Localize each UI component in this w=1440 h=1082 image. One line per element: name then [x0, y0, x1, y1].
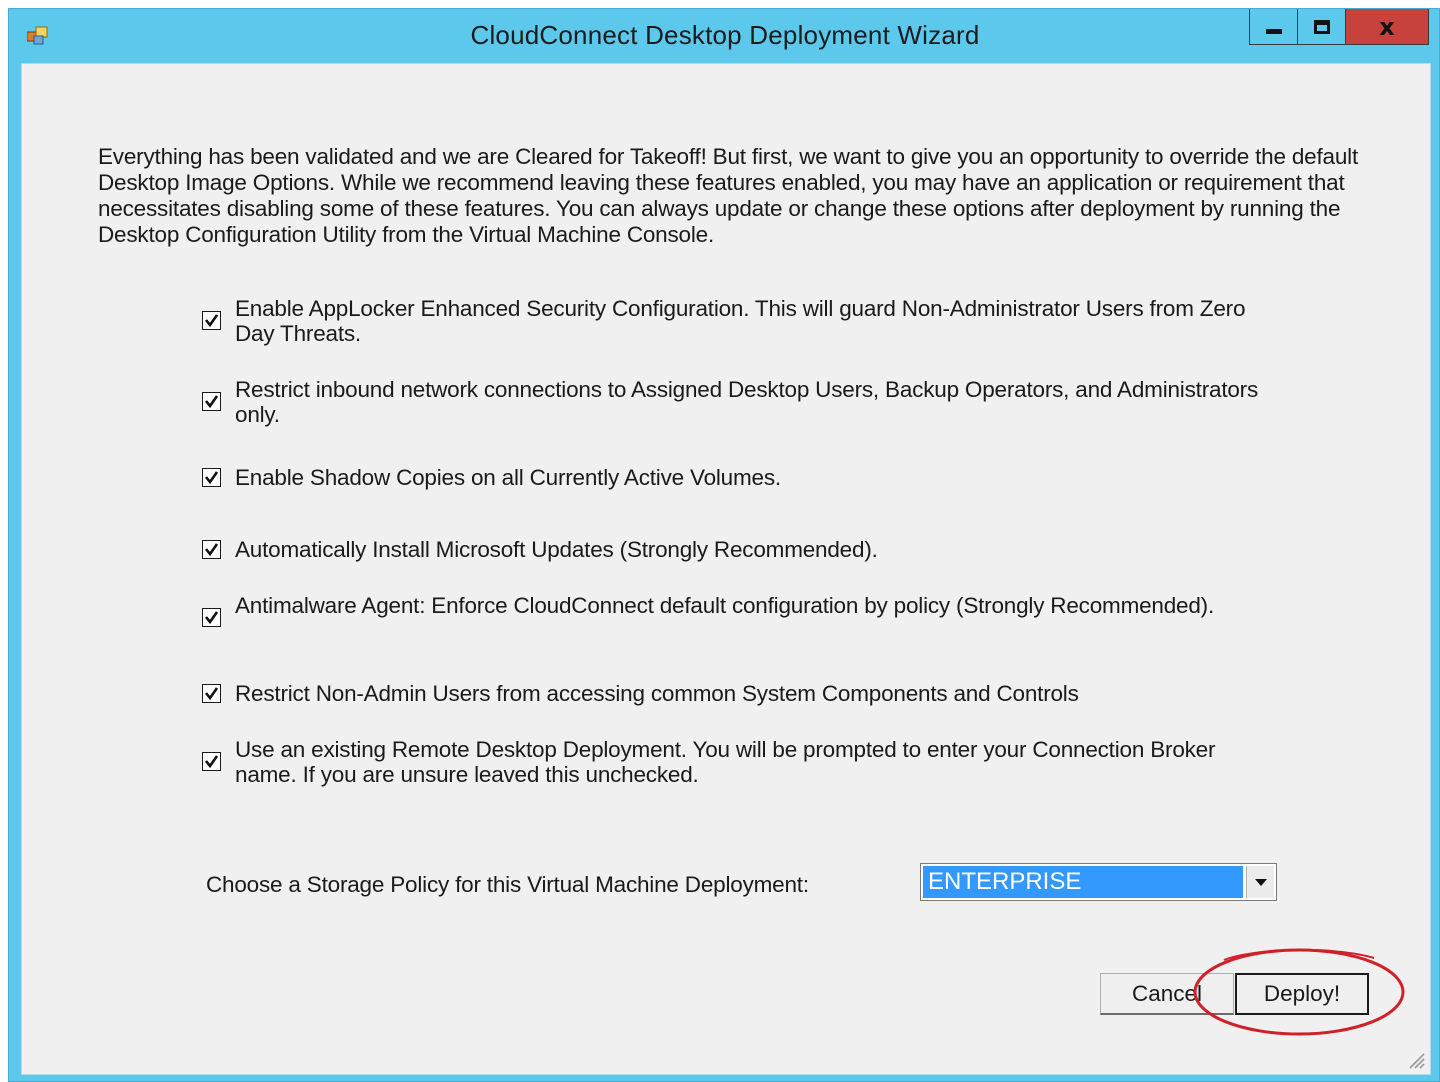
checkmark-icon: [204, 755, 219, 769]
close-icon: x: [1379, 12, 1395, 41]
option-restrict-non-admin[interactable]: Restrict Non-Admin Users from accessing …: [202, 681, 1282, 709]
annotation-circle: [1193, 948, 1405, 1036]
option-existing-rd-deployment-label: Use an existing Remote Desktop Deploymen…: [235, 737, 1216, 787]
wizard-window: CloudConnect Desktop Deployment Wizard x…: [8, 8, 1440, 1082]
option-microsoft-updates-label: Automatically Install Microsoft Updates …: [235, 537, 878, 562]
option-restrict-non-admin-checkbox[interactable]: [202, 684, 221, 703]
storage-policy-selected[interactable]: ENTERPRISE: [923, 866, 1243, 898]
maximize-icon: [1313, 19, 1330, 34]
checkmark-icon: [204, 687, 219, 701]
minimize-button[interactable]: [1249, 9, 1297, 45]
window-controls: x: [1249, 9, 1429, 45]
intro-text: Everything has been validated and we are…: [98, 144, 1358, 247]
checkmark-icon: [204, 395, 219, 409]
window-title: CloudConnect Desktop Deployment Wizard: [470, 20, 980, 50]
option-antimalware[interactable]: Antimalware Agent: Enforce CloudConnect …: [202, 593, 1282, 645]
option-existing-rd-deployment[interactable]: Use an existing Remote Desktop Deploymen…: [202, 737, 1282, 789]
close-button[interactable]: x: [1345, 9, 1429, 45]
option-existing-rd-deployment-checkbox[interactable]: [202, 752, 221, 771]
checkmark-icon: [204, 314, 219, 328]
option-shadow-copies[interactable]: Enable Shadow Copies on all Currently Ac…: [202, 465, 1282, 493]
option-restrict-inbound-label: Restrict inbound network connections to …: [235, 377, 1259, 427]
checkmark-icon: [204, 543, 219, 557]
option-microsoft-updates[interactable]: Automatically Install Microsoft Updates …: [202, 537, 1282, 565]
option-antimalware-label: Antimalware Agent: Enforce CloudConnect …: [235, 593, 1215, 618]
option-applocker[interactable]: Enable AppLocker Enhanced Security Confi…: [202, 296, 1282, 348]
storage-policy-label: Choose a Storage Policy for this Virtual…: [206, 872, 809, 897]
storage-policy-dropdown[interactable]: ENTERPRISE: [920, 863, 1277, 901]
chevron-down-icon: [1254, 878, 1267, 886]
maximize-button[interactable]: [1297, 9, 1345, 45]
option-restrict-non-admin-label: Restrict Non-Admin Users from accessing …: [235, 681, 1079, 706]
option-shadow-copies-label: Enable Shadow Copies on all Currently Ac…: [235, 465, 781, 490]
option-applocker-checkbox[interactable]: [202, 311, 221, 330]
option-restrict-inbound-checkbox[interactable]: [202, 392, 221, 411]
minimize-icon: [1265, 29, 1282, 34]
option-shadow-copies-checkbox[interactable]: [202, 468, 221, 487]
dropdown-button[interactable]: [1246, 866, 1274, 898]
title-bar[interactable]: CloudConnect Desktop Deployment Wizard x: [9, 9, 1439, 63]
checkmark-icon: [204, 471, 219, 485]
option-microsoft-updates-checkbox[interactable]: [202, 540, 221, 559]
option-restrict-inbound[interactable]: Restrict inbound network connections to …: [202, 377, 1282, 429]
checkmark-icon: [204, 611, 219, 625]
resize-grip-icon[interactable]: [1404, 1048, 1426, 1070]
wizard-body: Everything has been validated and we are…: [21, 63, 1431, 1075]
option-applocker-label: Enable AppLocker Enhanced Security Confi…: [235, 296, 1246, 346]
option-antimalware-checkbox[interactable]: [202, 608, 221, 627]
